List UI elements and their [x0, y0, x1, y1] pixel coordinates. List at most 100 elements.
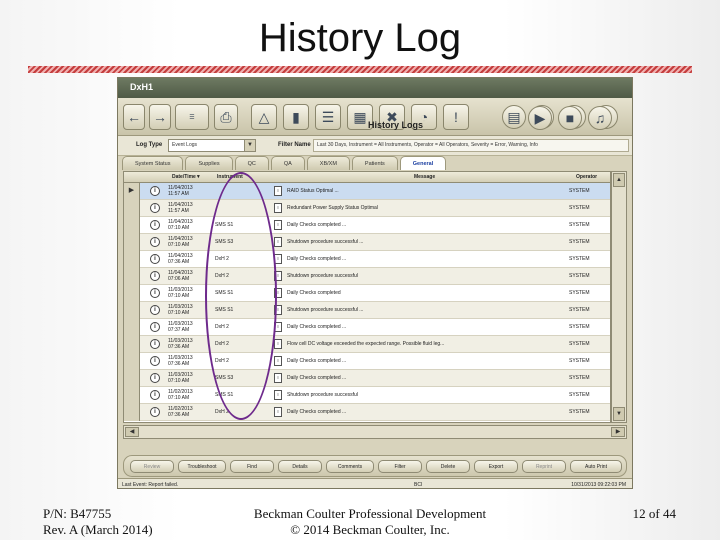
cell-datetime: 11/04/2013 07:06 AM	[168, 270, 193, 282]
table-row[interactable]: i 11/03/2013 07:10 AM SMS S1 ≡ Daily Checks c…	[124, 285, 610, 302]
scroll-left-icon[interactable]: ◀	[125, 427, 139, 437]
delete-button[interactable]: Delete	[426, 460, 470, 473]
table-row[interactable]: i 11/02/2013 07:36 AM DxH 2 ≡ Daily Checks co…	[124, 404, 610, 421]
tab-bar: System Status Supplies QC QA XB/XM Patie…	[122, 156, 447, 170]
row-selector[interactable]	[124, 217, 140, 234]
status-last-event: Last Event: Report failed.	[122, 482, 179, 488]
row-selector[interactable]	[124, 404, 140, 421]
table-row[interactable]: i 11/03/2013 07:36 AM DxH 2 ≡ Daily Checks co…	[124, 353, 610, 370]
document-icon: ≡	[274, 305, 282, 315]
app-name: DxH1	[130, 82, 154, 92]
filter-button[interactable]: Filter	[378, 460, 422, 473]
table-row[interactable]: i 11/04/2013 07:10 AM SMS S3 ≡ Shutdown proce…	[124, 234, 610, 251]
horizontal-scrollbar[interactable]: ◀ ▶	[123, 425, 627, 439]
cell-message: Daily Checks completed ...	[287, 358, 347, 364]
reports-button[interactable]: ▤	[502, 105, 526, 129]
find-button[interactable]: Find	[230, 460, 274, 473]
row-selector[interactable]: ▶	[124, 183, 140, 200]
tab-qc[interactable]: QC	[234, 156, 269, 170]
cell-operator: SYSTEM	[569, 307, 590, 313]
tab-qa[interactable]: QA	[270, 156, 305, 170]
cell-datetime: 11/02/2013 07:10 AM	[168, 389, 193, 401]
table-row[interactable]: i 11/03/2013 07:36 AM DxH 2 ≡ Flow cell DC vo…	[124, 336, 610, 353]
row-selector[interactable]	[124, 353, 140, 370]
row-selector[interactable]	[124, 319, 140, 336]
arrow-left-icon: ←	[127, 109, 141, 125]
column-header-operator[interactable]: Operator	[576, 174, 597, 180]
table-row[interactable]: i 11/03/2013 07:10 AM SMS S1 ≡ Shutdown proce…	[124, 302, 610, 319]
cell-datetime: 11/04/2013 11:57 AM	[168, 185, 193, 197]
footer-part-number: P/N: B47755 Rev. A (March 2014)	[43, 506, 153, 537]
row-selector[interactable]	[124, 200, 140, 217]
table-row[interactable]: i 11/04/2013 11:57 AM ≡ Redundant Power Supp…	[124, 200, 610, 217]
scroll-down-icon[interactable]: ▼	[613, 407, 625, 421]
tab-general[interactable]: General	[399, 156, 447, 170]
stop-button[interactable]: ■	[558, 106, 582, 130]
cell-operator: SYSTEM	[569, 205, 590, 211]
app-window: DxH1 ← → ☰ ⎙ △ ▮ ☰ ▦ ✖ ◔ ! ▤ ⚲ ? ☻ Histo…	[117, 77, 633, 489]
table-row[interactable]: i 11/04/2013 07:06 AM DxH 2 ≡ Shutdown proced…	[124, 268, 610, 285]
table-row[interactable]: i 11/04/2013 07:10 AM SMS S1 ≡ Daily Checks c…	[124, 217, 610, 234]
row-selector[interactable]	[124, 268, 140, 285]
start-button[interactable]: ▶	[528, 106, 552, 130]
comments-button[interactable]: Comments	[326, 460, 374, 473]
row-selector[interactable]	[124, 370, 140, 387]
cell-datetime: 11/04/2013 07:10 AM	[168, 236, 193, 248]
action-bar: Review Troubleshoot Find Details Comment…	[123, 455, 627, 477]
cell-instrument: DxH 2	[215, 256, 229, 262]
vertical-scrollbar[interactable]: ▲ ▼	[611, 171, 627, 423]
review-button[interactable]: Review	[130, 460, 174, 473]
row-selector[interactable]	[124, 336, 140, 353]
tab-patients[interactable]: Patients	[351, 156, 398, 170]
column-header-message[interactable]: Message	[414, 174, 435, 180]
auto-print-button[interactable]: Auto Print	[570, 460, 622, 473]
info-icon: i	[150, 373, 160, 383]
troubleshoot-button[interactable]: Troubleshoot	[178, 460, 226, 473]
print-button[interactable]: ⎙	[214, 104, 238, 130]
log-type-select[interactable]: Event Logs ▼	[168, 139, 256, 152]
cell-datetime: 11/03/2013 07:10 AM	[168, 372, 193, 384]
table-row[interactable]: i 11/03/2013 07:37 AM DxH 2 ≡ Daily Checks co…	[124, 319, 610, 336]
row-selector[interactable]	[124, 234, 140, 251]
info-icon: i	[150, 271, 160, 281]
table-header: Date/Time▼ Instrument Message Operator	[124, 172, 610, 183]
row-selector[interactable]	[124, 387, 140, 404]
row-selector[interactable]	[124, 302, 140, 319]
chevron-down-icon[interactable]: ▼	[244, 139, 256, 152]
column-header-instrument[interactable]: Instrument	[217, 174, 243, 180]
scroll-right-icon[interactable]: ▶	[611, 427, 625, 437]
row-selector[interactable]	[124, 251, 140, 268]
table-row[interactable]: i 11/04/2013 07:36 AM DxH 2 ≡ Daily Checks co…	[124, 251, 610, 268]
system-status-button[interactable]: △	[251, 104, 277, 130]
filter-row: Log Type Event Logs ▼ Filter Name Last 3…	[118, 136, 632, 156]
scroll-up-icon[interactable]: ▲	[613, 173, 625, 187]
table-row[interactable]: i 11/03/2013 07:10 AM SMS S3 ≡ Daily Checks c…	[124, 370, 610, 387]
supplies-button[interactable]: ▮	[283, 104, 309, 130]
details-button[interactable]: Details	[278, 460, 322, 473]
tab-supplies[interactable]: Supplies	[185, 156, 233, 170]
forward-button[interactable]: →	[149, 104, 171, 130]
row-selector[interactable]	[124, 285, 140, 302]
tab-xb-xm[interactable]: XB/XM	[306, 156, 350, 170]
alert-button[interactable]: !	[443, 104, 469, 130]
column-header-datetime[interactable]: Date/Time▼	[172, 174, 201, 180]
worklist-button[interactable]: ☰	[315, 104, 341, 130]
tab-system-status[interactable]: System Status	[122, 156, 184, 170]
document-icon: ▤	[507, 108, 521, 125]
sound-button[interactable]: ♫	[588, 106, 612, 130]
export-button[interactable]: Export	[474, 460, 518, 473]
menu-button[interactable]: ☰	[175, 104, 209, 130]
document-icon: ≡	[274, 254, 282, 264]
back-button[interactable]: ←	[123, 104, 145, 130]
cell-datetime: 11/03/2013 07:36 AM	[168, 338, 193, 350]
cell-message: Flow cell DC voltage exceeded the expect…	[287, 341, 445, 347]
cell-message: Shutdown procedure successful ...	[287, 239, 364, 245]
table-row[interactable]: i 11/02/2013 07:10 AM SMS S1 ≡ Shutdown proce…	[124, 387, 610, 404]
list-icon: ☰	[321, 108, 335, 125]
info-icon: i	[150, 254, 160, 264]
reprint-button[interactable]: Reprint	[522, 460, 566, 473]
cell-message: RAID Status Optimal ...	[287, 188, 339, 194]
cell-message: Shutdown procedure successful ...	[287, 307, 364, 313]
table-row[interactable]: ▶ i 11/04/2013 11:57 AM ≡ RAID Status Optimal…	[124, 183, 610, 200]
info-icon: i	[150, 220, 160, 230]
